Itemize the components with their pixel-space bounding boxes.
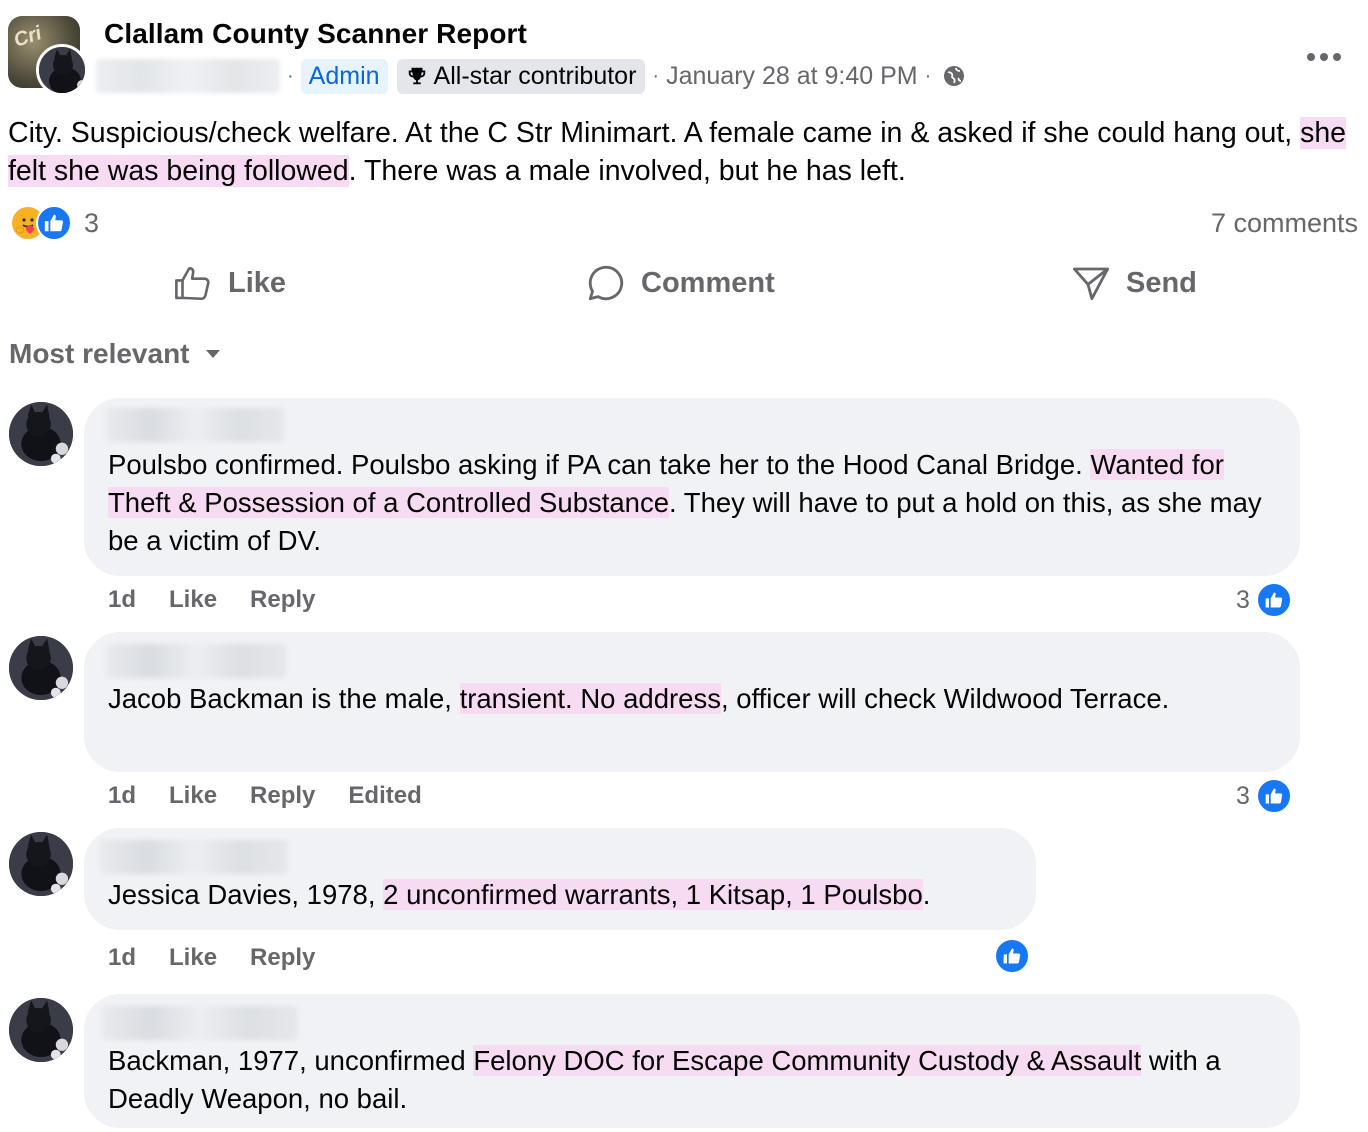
like-button-label: Like — [228, 266, 287, 299]
separator-dot: · — [652, 64, 660, 87]
comment-actions: 1d Like Reply Edited — [108, 782, 422, 810]
like-reaction-icon — [994, 938, 1030, 974]
post-meta-row: · Admin All-star contributor · January 2… — [96, 56, 966, 96]
comment-like-button[interactable]: Like — [169, 586, 217, 614]
like-reaction-icon — [36, 205, 72, 241]
comment-reply-button[interactable]: Reply — [250, 586, 315, 614]
allstar-label: All-star contributor — [433, 61, 637, 90]
comment-text-part2: , officer will check Wildwood Terrace. — [720, 683, 1170, 714]
thumbs-up-icon — [175, 267, 210, 301]
comment-text-highlight: 2 unconfirmed warrants, 1 Kitsap, 1 Poul… — [383, 879, 923, 910]
send-button-label: Send — [1126, 266, 1197, 299]
comment-edited-label[interactable]: Edited — [348, 782, 421, 810]
sort-label: Most relevant — [9, 338, 190, 369]
comment-text-part1: Backman, 1977, unconfirmed — [108, 1045, 474, 1076]
group-name[interactable]: Clallam County Scanner Report — [104, 18, 527, 50]
comment-text-part2: . — [922, 879, 931, 910]
cat-photo — [9, 998, 73, 1062]
comment-reaction-count: 3 — [1236, 585, 1250, 614]
comment-text: Jessica Davies, 1978, 2 unconfirmed warr… — [108, 876, 1028, 914]
commenter-name-redacted[interactable] — [106, 408, 284, 442]
commenter-avatar[interactable] — [9, 636, 73, 700]
post-timestamp[interactable]: January 28 at 9:40 PM — [666, 62, 918, 91]
reaction-count: 3 — [84, 207, 100, 238]
comment-bubble: Jacob Backman is the male, transient. No… — [84, 632, 1300, 772]
comment-reply-button[interactable]: Reply — [250, 782, 315, 810]
comment-time[interactable]: 1d — [108, 586, 136, 614]
post-body: City. Suspicious/check welfare. At the C… — [8, 114, 1360, 190]
comment-text-highlight: transient. No address — [459, 683, 721, 714]
comments-count-link[interactable]: 7 comments — [1211, 208, 1358, 239]
send-icon — [1072, 267, 1110, 301]
post-text-part2: . There was a male involved, but he has … — [348, 155, 906, 187]
cat-photo — [39, 47, 85, 93]
cat-photo — [9, 636, 73, 700]
comment-actions: 1d Like Reply — [108, 586, 315, 614]
comment-button[interactable]: Comment — [585, 262, 775, 304]
globe-icon[interactable] — [942, 64, 966, 88]
comment-text: Jacob Backman is the male, transient. No… — [108, 680, 1268, 718]
comment-reactions[interactable]: 3 — [1236, 582, 1292, 618]
like-reaction-icon — [1255, 778, 1292, 814]
poster-name-redacted[interactable] — [96, 59, 280, 93]
comment-text-part1: Jacob Backman is the male, — [108, 683, 460, 714]
comment-bubble: Jessica Davies, 1978, 2 unconfirmed warr… — [84, 828, 1036, 930]
comment-like-button[interactable]: Like — [169, 782, 217, 810]
more-options-button[interactable] — [1306, 36, 1342, 70]
allstar-contributor-badge: All-star contributor — [396, 58, 646, 94]
trophy-icon — [408, 67, 425, 85]
comment-reactions[interactable] — [994, 938, 1030, 974]
comment-bubble: Backman, 1977, unconfirmed Felony DOC fo… — [84, 994, 1300, 1128]
commenter-avatar[interactable] — [9, 832, 73, 896]
comment-time[interactable]: 1d — [108, 944, 136, 972]
thumbs-up-glyph — [1265, 788, 1283, 804]
comment-reply-button[interactable]: Reply — [250, 944, 315, 972]
like-button[interactable]: Like — [172, 262, 286, 304]
comment-bubble: Poulsbo confirmed. Poulsbo asking if PA … — [84, 398, 1300, 576]
comment-reactions[interactable]: 3 — [1236, 778, 1292, 814]
more-horizontal-icon — [1307, 53, 1341, 61]
comment-text-part1: Jessica Davies, 1978, — [108, 879, 384, 910]
commenter-name-redacted[interactable] — [106, 644, 286, 678]
comment-text-part1: Poulsbo confirmed. Poulsbo asking if PA … — [108, 449, 1091, 480]
comment-text: Poulsbo confirmed. Poulsbo asking if PA … — [108, 446, 1268, 560]
commenter-avatar[interactable] — [9, 998, 73, 1062]
send-button[interactable]: Send — [1070, 262, 1197, 304]
comment-bubble-icon — [588, 265, 624, 301]
separator-dot: · — [287, 64, 294, 87]
comment-time[interactable]: 1d — [108, 782, 136, 810]
like-reaction-icon — [1255, 582, 1292, 618]
comment-text: Backman, 1977, unconfirmed Felony DOC fo… — [108, 1042, 1268, 1118]
poster-avatar[interactable] — [36, 44, 88, 96]
comment-text-highlight: Felony DOC for Escape Community Custody … — [473, 1045, 1142, 1076]
comment-button-label: Comment — [641, 266, 775, 299]
commenter-name-redacted[interactable] — [100, 840, 288, 874]
cat-photo — [9, 402, 73, 466]
admin-badge: Admin — [300, 58, 388, 94]
commenter-name-redacted[interactable] — [102, 1006, 298, 1040]
comment-actions: 1d Like Reply — [108, 944, 315, 972]
cat-photo — [9, 832, 73, 896]
thumbs-up-glyph — [1265, 592, 1283, 608]
thumbs-up-glyph — [44, 214, 64, 232]
comment-like-button[interactable]: Like — [169, 944, 217, 972]
separator-dot: · — [924, 64, 932, 87]
group-avatar-label: Cri — [11, 22, 45, 52]
thumbs-up-glyph — [1003, 948, 1021, 964]
comment-reaction-count: 3 — [1236, 781, 1250, 810]
post-text-part1: City. Suspicious/check welfare. At the C… — [8, 117, 1301, 149]
commenter-avatar[interactable] — [9, 402, 73, 466]
reactions-summary[interactable]: 3 — [10, 205, 99, 241]
caret-down-icon — [205, 350, 220, 358]
comment-sort-dropdown[interactable]: Most relevant — [9, 338, 222, 370]
